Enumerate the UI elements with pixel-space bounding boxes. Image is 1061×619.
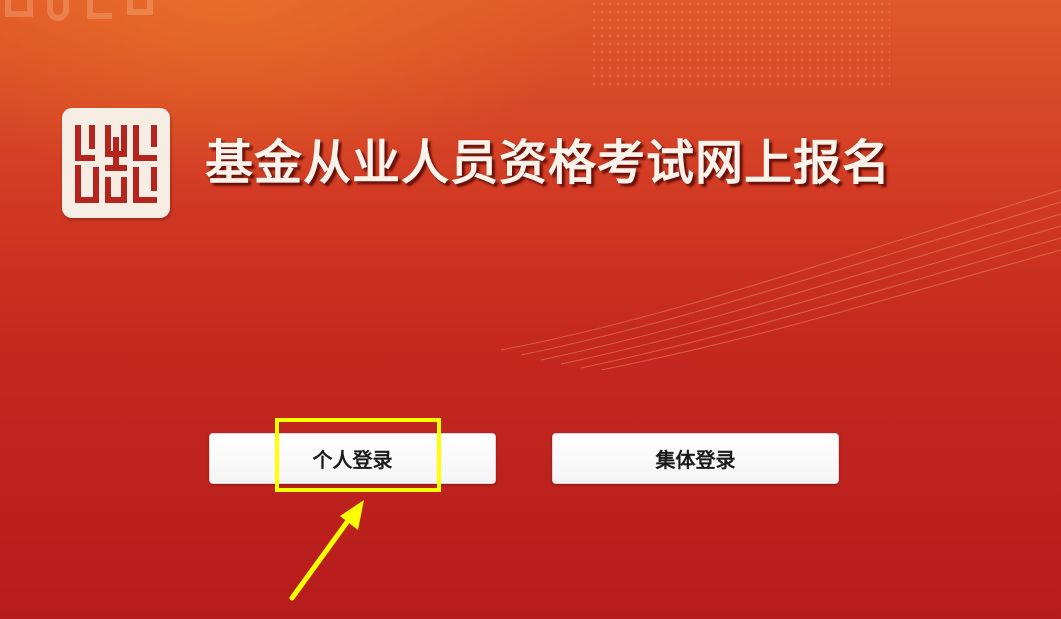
decorative-top-ornament — [5, 0, 153, 21]
group-login-button[interactable]: 集体登录 — [552, 433, 839, 484]
pointer-arrow-icon — [289, 500, 364, 601]
personal-login-button[interactable]: 个人登录 — [209, 433, 496, 484]
decorative-dot-pattern — [590, 0, 890, 90]
seal-logo-icon — [62, 108, 170, 218]
page-title: 基金从业人员资格考试网上报名 — [205, 135, 892, 191]
